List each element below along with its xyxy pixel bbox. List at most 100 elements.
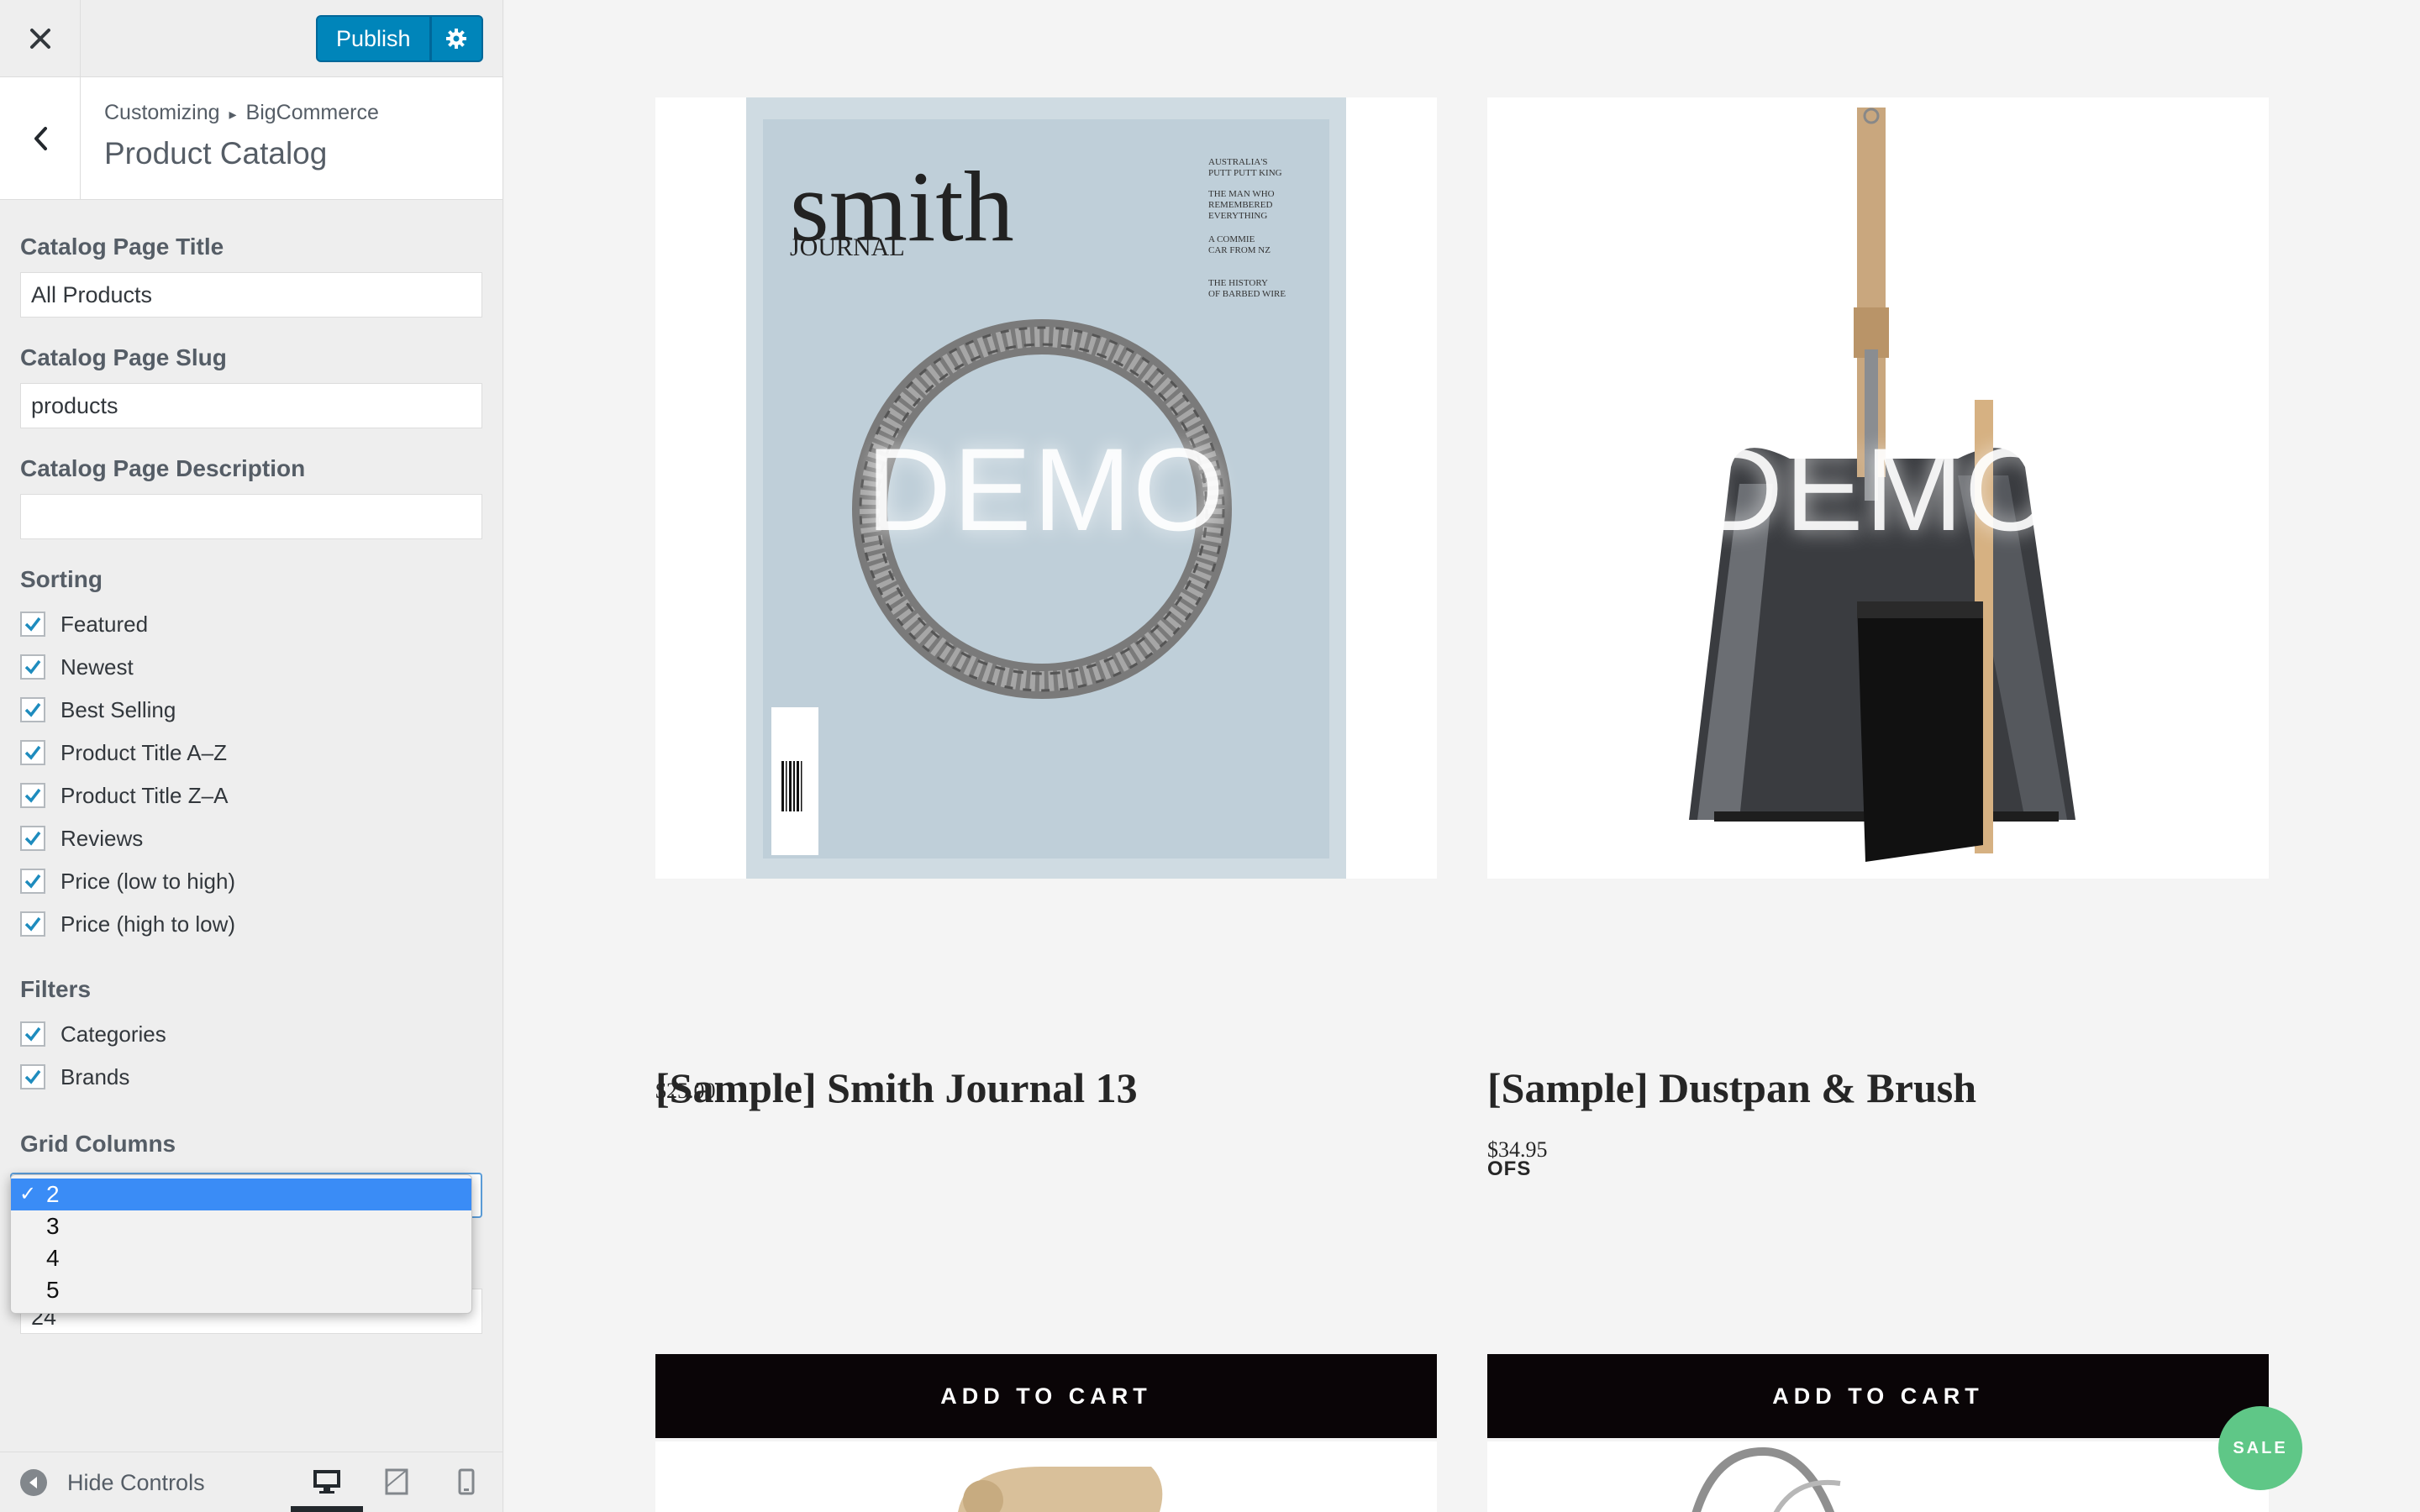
product-title[interactable]: [Sample] Dustpan & Brush: [1487, 1063, 1976, 1112]
filter-option-brands[interactable]: Brands: [20, 1063, 129, 1091]
product-thumbnail-image: [1691, 1446, 1841, 1512]
catalog-title-label: Catalog Page Title: [20, 234, 224, 260]
product-image[interactable]: [1487, 1441, 2269, 1512]
grid-columns-option[interactable]: 4: [11, 1242, 471, 1274]
sorting-option-title-az[interactable]: Product Title A–Z: [20, 738, 227, 767]
add-to-cart-button[interactable]: ADD TO CART: [655, 1354, 1437, 1438]
checkbox[interactable]: [20, 783, 45, 808]
checkmark-icon: [24, 659, 41, 675]
grid-columns-dropdown[interactable]: ✓ 2 3 4 5: [10, 1174, 472, 1314]
sorting-option-title-za[interactable]: Product Title Z–A: [20, 781, 228, 810]
sorting-option-featured[interactable]: Featured: [20, 610, 148, 638]
customizer-header: Publish: [0, 0, 502, 77]
preview-mobile-button[interactable]: [445, 1461, 487, 1503]
sorting-option-reviews[interactable]: Reviews: [20, 824, 143, 853]
back-button[interactable]: [0, 77, 81, 200]
sorting-option-label: Price (low to high): [60, 868, 236, 894]
checkbox[interactable]: [20, 1021, 45, 1047]
chevron-left-icon: [34, 127, 47, 150]
sorting-option-price-high-low[interactable]: Price (high to low): [20, 910, 235, 938]
checkmark-icon: [24, 916, 41, 932]
sale-badge: SALE: [2218, 1406, 2302, 1490]
product-thumbnail-image: [958, 1467, 1163, 1512]
checkmark-icon: [24, 831, 41, 846]
checkmark-icon: [24, 874, 41, 889]
catalog-description-label: Catalog Page Description: [20, 455, 306, 481]
grid-columns-label: Grid Columns: [20, 1131, 176, 1157]
checkmark-icon: ✓: [19, 1183, 37, 1205]
customizer-footer: Hide Controls: [0, 1452, 502, 1512]
filters-label: Filters: [20, 976, 92, 1002]
checkbox[interactable]: [20, 612, 45, 637]
svg-text:CAR FROM NZ: CAR FROM NZ: [1208, 245, 1270, 255]
magazine-subtitle: JOURNAL: [790, 234, 905, 261]
sorting-option-label: Featured: [60, 611, 149, 637]
checkbox[interactable]: [20, 911, 45, 937]
filter-option-categories[interactable]: Categories: [20, 1020, 166, 1048]
publish-settings-button[interactable]: [430, 15, 483, 62]
desktop-icon: [313, 1470, 340, 1494]
checkmark-icon: [24, 1069, 41, 1084]
checkbox[interactable]: [20, 654, 45, 680]
catalog-slug-label: Catalog Page Slug: [20, 344, 227, 370]
sorting-option-label: Reviews: [60, 825, 144, 851]
product-title[interactable]: [Sample] Smith Journal 13: [655, 1063, 1138, 1112]
hide-controls-button[interactable]: Hide Controls: [20, 1464, 205, 1501]
svg-text:A COMMIE: A COMMIE: [1208, 234, 1255, 244]
grid-columns-option[interactable]: 5: [11, 1274, 471, 1306]
checkmark-icon: [24, 745, 41, 760]
product-card: smith JOURNAL AUSTRALIA'S PUTT PUTT KING…: [655, 97, 1437, 1438]
demo-watermark: DEMO: [866, 423, 1226, 555]
checkmark-icon: [24, 1026, 41, 1042]
catalog-description-input[interactable]: [20, 494, 482, 539]
checkbox[interactable]: [20, 697, 45, 722]
breadcrumb-parent: BigCommerce: [245, 101, 379, 124]
close-button[interactable]: [0, 0, 81, 77]
hide-controls-label: Hide Controls: [67, 1469, 205, 1495]
add-to-cart-button[interactable]: ADD TO CART: [1487, 1354, 2269, 1438]
mobile-icon: [458, 1468, 475, 1495]
filter-option-label: Categories: [60, 1021, 166, 1047]
sorting-option-newest[interactable]: Newest: [20, 653, 134, 681]
checkmark-icon: [24, 617, 41, 632]
product-image[interactable]: DEMO: [1487, 97, 2269, 879]
site-preview: smith JOURNAL AUSTRALIA'S PUTT PUTT KING…: [504, 0, 2420, 1512]
breadcrumb-prefix: Customizing: [104, 101, 220, 124]
tablet-icon: [385, 1468, 408, 1495]
svg-text:PUTT PUTT KING: PUTT PUTT KING: [1208, 168, 1282, 178]
product-image[interactable]: smith JOURNAL AUSTRALIA'S PUTT PUTT KING…: [655, 97, 1437, 879]
grid-columns-option-label: 3: [46, 1213, 60, 1239]
svg-text:EVERYTHING: EVERYTHING: [1208, 211, 1267, 221]
catalog-slug-input[interactable]: products: [20, 383, 482, 428]
sorting-option-best-selling[interactable]: Best Selling: [20, 696, 176, 724]
checkbox[interactable]: [20, 740, 45, 765]
grid-columns-option[interactable]: ✓ 2: [11, 1179, 471, 1210]
customizer-sidebar: Publish Customizing ▸ BigCommerce Produc…: [0, 0, 503, 1512]
publish-button[interactable]: Publish: [316, 15, 431, 62]
checkbox[interactable]: [20, 1064, 45, 1089]
preview-desktop-button[interactable]: [306, 1461, 348, 1503]
breadcrumb-separator: ▸: [229, 106, 237, 123]
demo-watermark: DEMO: [1698, 423, 2058, 555]
grid-columns-option-label: 5: [46, 1277, 60, 1303]
product-image[interactable]: [655, 1441, 1437, 1512]
sorting-option-label: Newest: [60, 654, 134, 680]
collapse-icon: [20, 1469, 47, 1496]
grid-columns-option[interactable]: 3: [11, 1210, 471, 1242]
preview-tablet-button[interactable]: [376, 1461, 418, 1503]
checkbox[interactable]: [20, 826, 45, 851]
product-price: $34.95: [1487, 1137, 1548, 1162]
sorting-option-price-low-high[interactable]: Price (low to high): [20, 867, 235, 895]
checkbox[interactable]: [20, 869, 45, 894]
grid-columns-option-label: 4: [46, 1245, 60, 1271]
checkmark-icon: [24, 788, 41, 803]
filter-option-label: Brands: [60, 1063, 130, 1089]
svg-text:THE HISTORY: THE HISTORY: [1208, 278, 1268, 288]
svg-text:REMEMBERED: REMEMBERED: [1208, 200, 1272, 210]
publish-group: Publish: [316, 15, 483, 62]
sorting-option-label: Price (high to low): [60, 911, 236, 937]
svg-text:AUSTRALIA'S: AUSTRALIA'S: [1208, 157, 1267, 167]
product-card: DEMO [Sample] Dustpan & Brush OFS $34.95…: [1487, 97, 2269, 1438]
catalog-title-input[interactable]: All Products: [20, 272, 482, 318]
product-price: $25.00: [655, 1079, 716, 1103]
